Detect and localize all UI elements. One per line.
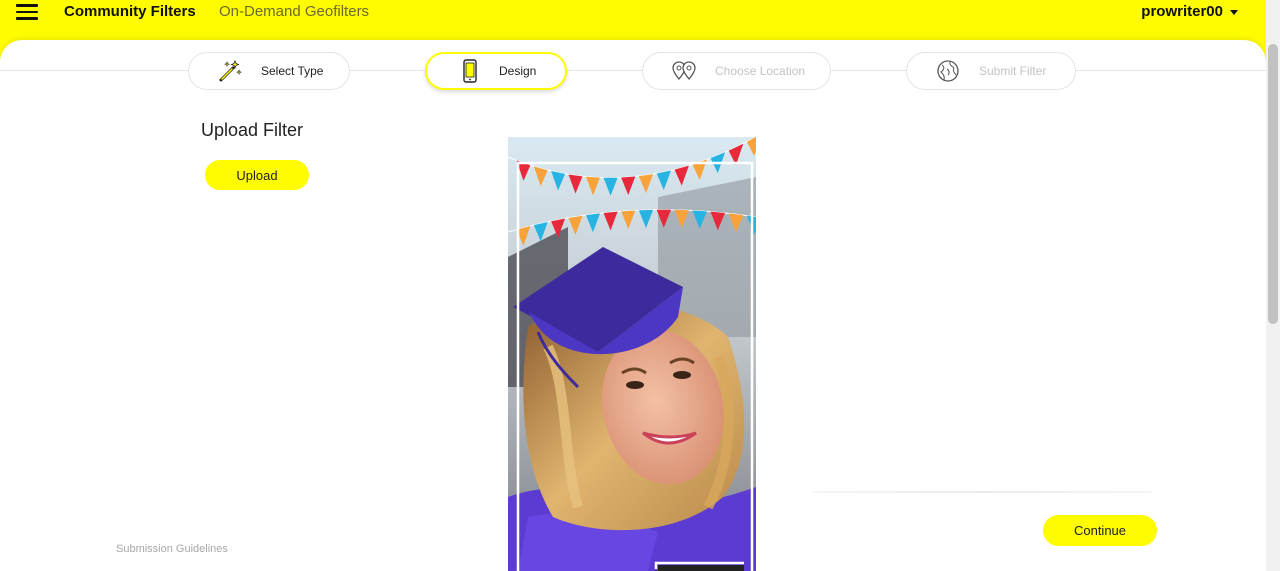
step-choose-location[interactable]: Choose Location	[642, 52, 831, 90]
upload-button[interactable]: Upload	[205, 160, 309, 190]
nav-community-filters[interactable]: Community Filters	[64, 3, 196, 21]
user-menu[interactable]: prowriter00	[1141, 3, 1238, 20]
scrollbar[interactable]	[1266, 0, 1280, 571]
main-card: Select Type Design Choose Location Submi…	[0, 40, 1266, 571]
upload-filter-title: Upload Filter	[201, 120, 304, 140]
submission-guidelines-link[interactable]: Submission Guidelines	[116, 543, 228, 555]
magic-wand-icon	[217, 59, 243, 83]
globe-icon	[935, 59, 961, 83]
scrollbar-thumb[interactable]	[1268, 44, 1278, 324]
chevron-down-icon	[1230, 10, 1238, 15]
username: prowriter00	[1141, 3, 1223, 20]
nav-on-demand-geofilters[interactable]: On-Demand Geofilters	[219, 3, 369, 21]
phone-icon	[457, 59, 483, 83]
top-bar: Community Filters On-Demand Geofilters p…	[0, 0, 1266, 40]
step-label: Design	[499, 64, 537, 78]
step-design[interactable]: Design	[425, 52, 567, 90]
step-select-type[interactable]: Select Type	[188, 52, 350, 90]
divider	[812, 491, 1152, 493]
continue-button[interactable]: Continue	[1043, 515, 1157, 546]
step-label: Select Type	[261, 64, 324, 78]
location-pins-icon	[671, 59, 697, 83]
step-submit-filter[interactable]: Submit Filter	[906, 52, 1076, 90]
step-label: Choose Location	[715, 64, 806, 78]
hamburger-menu-icon[interactable]	[16, 4, 38, 20]
step-label: Submit Filter	[979, 64, 1047, 78]
filter-preview	[508, 137, 756, 571]
